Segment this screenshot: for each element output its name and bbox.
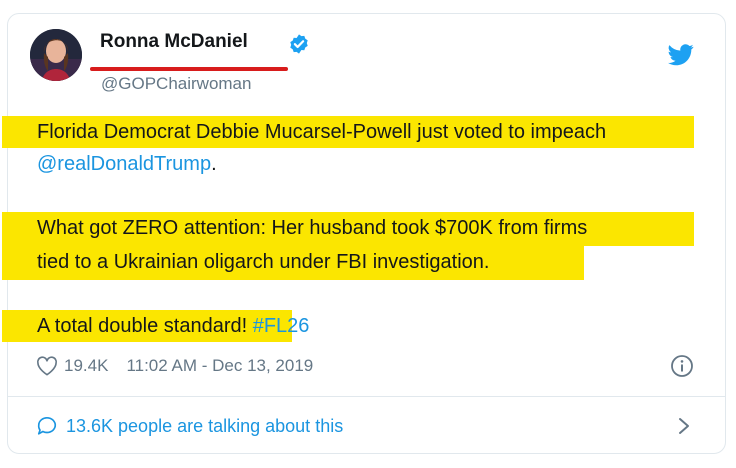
timestamp[interactable]: 11:02 AM - Dec 13, 2019 — [126, 356, 313, 376]
tweet-line-5: A total double standard! #FL26 — [37, 315, 309, 338]
avatar[interactable] — [30, 29, 82, 81]
tweet-line-3: What got ZERO attention: Her husband too… — [37, 217, 588, 239]
hashtag-link[interactable]: #FL26 — [253, 315, 310, 337]
tweet-line-4: tied to a Ukrainian oligarch under FBI i… — [37, 251, 490, 273]
talking-about-text[interactable]: 13.6K people are talking about this — [66, 416, 343, 437]
speech-bubble-icon — [37, 417, 57, 435]
author-handle[interactable]: @GOPChairwoman — [101, 74, 251, 94]
author-name[interactable]: Ronna McDaniel — [100, 31, 248, 53]
chevron-right-icon[interactable] — [677, 417, 691, 435]
tweet-meta-row: 19.4K 11:02 AM - Dec 13, 2019 — [36, 356, 313, 376]
footer-divider — [7, 396, 726, 397]
avatar-image — [30, 29, 82, 81]
mention-suffix: . — [211, 153, 217, 175]
mention-link[interactable]: @realDonaldTrump — [37, 153, 211, 175]
tweet-line-2: @realDonaldTrump. — [37, 153, 217, 176]
red-underline-annotation — [90, 67, 288, 71]
like-count[interactable]: 19.4K — [64, 356, 108, 376]
heart-icon[interactable] — [36, 356, 58, 376]
tweet-line-5-text: A total double standard! — [37, 315, 253, 337]
talking-about-link[interactable]: 13.6K people are talking about this — [36, 415, 343, 437]
info-icon[interactable] — [670, 354, 694, 378]
twitter-bird-icon[interactable] — [668, 44, 694, 66]
verified-badge-icon — [290, 34, 308, 54]
tweet-line-1: Florida Democrat Debbie Mucarsel-Powell … — [37, 121, 607, 143]
